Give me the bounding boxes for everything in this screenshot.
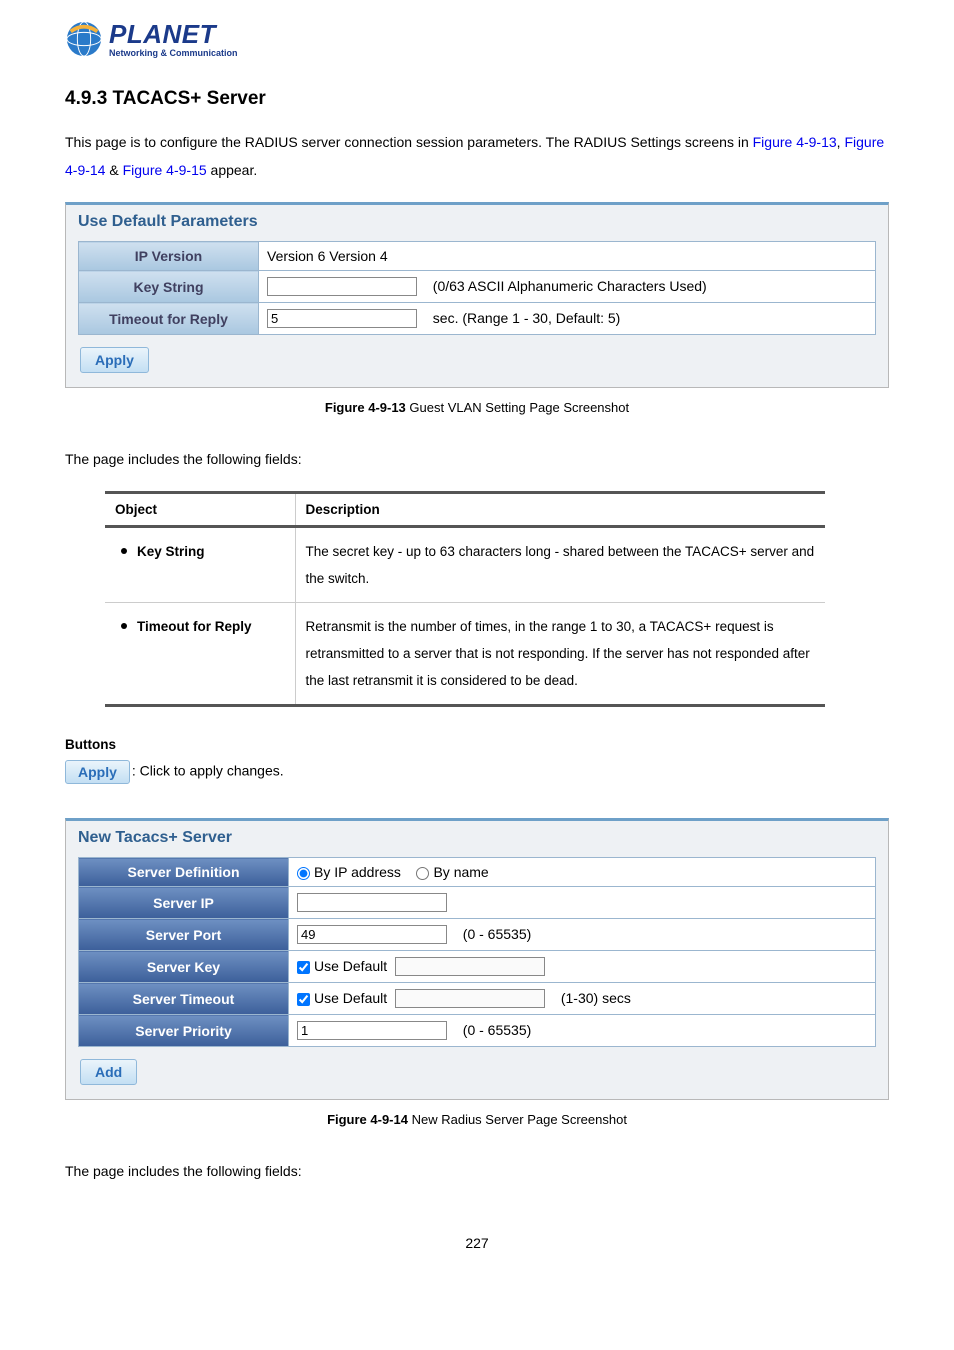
intro-pre: This page is to configure the RADIUS ser…: [65, 134, 753, 150]
radio-by-ip-text: By IP address: [314, 864, 401, 880]
timeout-reply-hint: sec. (Range 1 - 30, Default: 5): [433, 310, 621, 326]
desc-header-description: Description: [295, 493, 825, 527]
bullet-icon: [121, 548, 127, 554]
timeout-reply-label: Timeout for Reply: [79, 303, 259, 335]
apply-button[interactable]: Apply: [80, 347, 149, 373]
radio-by-name-label[interactable]: By name: [416, 864, 488, 880]
fields-intro-2: The page includes the following fields:: [65, 1157, 889, 1185]
server-priority-label: Server Priority: [79, 1015, 289, 1047]
caption1-bold: Figure 4-9-13: [325, 400, 406, 415]
link-fig-4-9-15[interactable]: Figure 4-9-15: [123, 162, 207, 178]
intro-mid2: &: [105, 162, 122, 178]
page-number: 227: [65, 1235, 889, 1251]
server-port-input[interactable]: [297, 925, 447, 944]
table-row: Timeout for Reply Retransmit is the numb…: [105, 603, 825, 706]
server-timeout-input[interactable]: [395, 989, 545, 1008]
add-button[interactable]: Add: [80, 1059, 137, 1085]
table-row: Key String The secret key - up to 63 cha…: [105, 527, 825, 603]
desc-desc-1: Retransmit is the number of times, in th…: [295, 603, 825, 706]
server-priority-input[interactable]: [297, 1021, 447, 1040]
intro-post: appear.: [207, 162, 258, 178]
server-key-input[interactable]: [395, 957, 545, 976]
buttons-heading: Buttons: [65, 737, 889, 752]
server-key-usedefault[interactable]: [297, 961, 310, 974]
radio-by-ip-label[interactable]: By IP address: [297, 864, 401, 880]
server-ip-input[interactable]: [297, 893, 447, 912]
radio-by-ip[interactable]: [297, 867, 310, 880]
apply-button-inline[interactable]: Apply: [65, 760, 130, 784]
panel1-table: IP Version Version 6 Version 4 Key Strin…: [78, 241, 876, 335]
globe-icon: [65, 20, 103, 58]
server-timeout-usedefault-text: Use Default: [314, 990, 387, 1006]
desc-obj-0: Key String: [137, 544, 205, 559]
logo-word: PLANET: [109, 21, 238, 47]
server-ip-label: Server IP: [79, 887, 289, 919]
caption1-rest: Guest VLAN Setting Page Screenshot: [406, 400, 629, 415]
server-definition-label: Server Definition: [79, 858, 289, 887]
figure-4-9-13-caption: Figure 4-9-13 Guest VLAN Setting Page Sc…: [65, 400, 889, 415]
object-description-table: Object Description Key String The secret…: [105, 491, 825, 707]
desc-header-object: Object: [105, 493, 295, 527]
link-fig-4-9-13[interactable]: Figure 4-9-13: [753, 134, 837, 150]
intro-paragraph: This page is to configure the RADIUS ser…: [65, 128, 889, 184]
ip-version-label: IP Version: [79, 242, 259, 271]
desc-obj-1: Timeout for Reply: [137, 619, 252, 634]
section-heading: 4.9.3 TACACS+ Server: [65, 88, 889, 110]
server-timeout-label: Server Timeout: [79, 983, 289, 1015]
panel2-table: Server Definition By IP address By name …: [78, 857, 876, 1047]
bullet-icon: [121, 623, 127, 629]
panel2-title: New Tacacs+ Server: [66, 821, 888, 857]
server-timeout-hint: (1-30) secs: [561, 990, 631, 1006]
figure-4-9-14-caption: Figure 4-9-14 New Radius Server Page Scr…: [65, 1112, 889, 1127]
brand-logo: PLANET Networking & Communication: [65, 20, 889, 58]
apply-desc: : Click to apply changes.: [132, 763, 284, 779]
server-timeout-usedefault-label[interactable]: Use Default: [297, 990, 387, 1006]
timeout-reply-input[interactable]: [267, 309, 417, 328]
server-priority-hint: (0 - 65535): [463, 1022, 531, 1038]
radio-by-name[interactable]: [416, 867, 429, 880]
server-key-label: Server Key: [79, 951, 289, 983]
key-string-input[interactable]: [267, 277, 417, 296]
fields-intro-1: The page includes the following fields:: [65, 445, 889, 473]
panel1-title: Use Default Parameters: [66, 205, 888, 241]
key-string-label: Key String: [79, 271, 259, 303]
server-timeout-usedefault[interactable]: [297, 993, 310, 1006]
logo-tagline: Networking & Communication: [109, 49, 238, 58]
server-key-usedefault-label[interactable]: Use Default: [297, 958, 387, 974]
new-tacacs-server-panel: New Tacacs+ Server Server Definition By …: [65, 818, 889, 1100]
caption2-bold: Figure 4-9-14: [327, 1112, 408, 1127]
key-string-hint: (0/63 ASCII Alphanumeric Characters Used…: [433, 278, 707, 294]
radio-by-name-text: By name: [433, 864, 488, 880]
buttons-row: Apply: Click to apply changes.: [65, 760, 889, 784]
logo-text: PLANET Networking & Communication: [109, 21, 238, 58]
ip-version-value: Version 6 Version 4: [259, 242, 876, 271]
caption2-rest: New Radius Server Page Screenshot: [408, 1112, 627, 1127]
desc-desc-0: The secret key - up to 63 characters lon…: [295, 527, 825, 603]
server-port-label: Server Port: [79, 919, 289, 951]
server-key-usedefault-text: Use Default: [314, 958, 387, 974]
use-default-parameters-panel: Use Default Parameters IP Version Versio…: [65, 202, 889, 388]
server-port-hint: (0 - 65535): [463, 926, 531, 942]
